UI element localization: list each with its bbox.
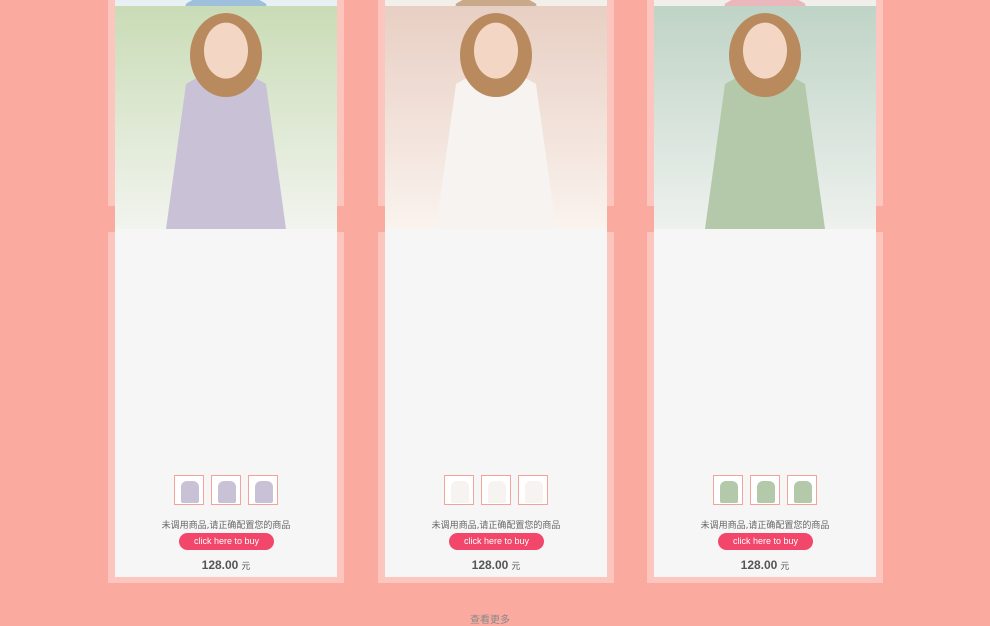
product-thumbnail[interactable] <box>713 475 743 505</box>
product-card-inner: 未调用商品,请正确配置您的商品 click here to buy 128.00元 <box>115 6 337 577</box>
price-value: 128.00 <box>740 558 778 572</box>
buy-button[interactable]: click here to buy <box>449 533 544 550</box>
thumbnail-image <box>720 481 738 503</box>
product-thumbnail[interactable] <box>211 475 241 505</box>
thumbnail-image <box>255 481 273 503</box>
thumbnail-image <box>757 481 775 503</box>
product-thumbnail[interactable] <box>518 475 548 505</box>
product-note: 未调用商品,请正确配置您的商品 <box>161 521 291 531</box>
price-value: 128.00 <box>471 558 509 572</box>
price-value: 128.00 <box>201 558 239 572</box>
product-thumbnail[interactable] <box>481 475 511 505</box>
thumbnail-image <box>525 481 543 503</box>
product-thumbnail[interactable] <box>248 475 278 505</box>
girl-floral-dress-photo[interactable] <box>115 6 337 229</box>
view-more-link[interactable]: 查看更多 <box>470 611 510 626</box>
product-thumbnail[interactable] <box>750 475 780 505</box>
product-card-inner: 未调用商品,请正确配置您的商品 click here to buy 128.00元 <box>385 6 607 577</box>
product-note: 未调用商品,请正确配置您的商品 <box>431 521 561 531</box>
product-price: 128.00元 <box>115 554 337 573</box>
product-card-inner: 未调用商品,请正确配置您的商品 click here to buy 128.00元 <box>654 6 876 577</box>
product-photo-figure <box>705 13 825 229</box>
product-price: 128.00元 <box>654 554 876 573</box>
product-card[interactable]: 未调用商品,请正确配置您的商品 click here to buy 128.00元 <box>108 6 344 583</box>
product-card[interactable]: 未调用商品,请正确配置您的商品 click here to buy 128.00元 <box>378 6 614 583</box>
thumbnail-image <box>181 481 199 503</box>
product-thumbnail[interactable] <box>444 475 474 505</box>
model-face <box>474 22 518 79</box>
product-thumbnail[interactable] <box>174 475 204 505</box>
thumbnail-image <box>218 481 236 503</box>
product-thumbnail[interactable] <box>787 475 817 505</box>
price-unit: 元 <box>511 562 521 572</box>
price-unit: 元 <box>241 562 251 572</box>
thumbnail-row <box>115 475 337 505</box>
model-face <box>743 22 787 79</box>
buy-button[interactable]: click here to buy <box>718 533 813 550</box>
girl-white-hoodie-photo[interactable] <box>385 6 607 229</box>
product-price: 128.00元 <box>385 554 607 573</box>
buy-button[interactable]: click here to buy <box>179 533 274 550</box>
product-photo-figure <box>166 13 286 229</box>
product-photo-figure <box>436 13 556 229</box>
thumbnail-image <box>451 481 469 503</box>
model-face <box>204 22 248 79</box>
thumbnail-image <box>794 481 812 503</box>
product-card[interactable]: 未调用商品,请正确配置您的商品 click here to buy 128.00元 <box>647 6 883 583</box>
thumbnail-image <box>488 481 506 503</box>
thumbnail-row <box>385 475 607 505</box>
thumbnail-row <box>654 475 876 505</box>
girl-green-blouse-photo[interactable] <box>654 6 876 229</box>
price-unit: 元 <box>780 562 790 572</box>
product-note: 未调用商品,请正确配置您的商品 <box>700 521 830 531</box>
